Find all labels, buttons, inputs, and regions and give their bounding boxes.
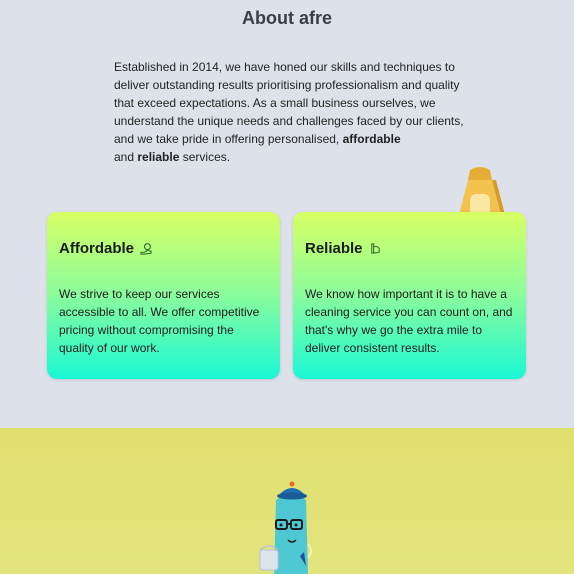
card-reliable: Reliable We know how important it is to …	[293, 212, 526, 379]
cleaner-mascot-icon	[259, 481, 312, 574]
card-title: Affordable	[59, 240, 153, 257]
about-keyword-reliable: reliable	[137, 150, 180, 164]
handshake-icon	[370, 243, 380, 254]
card-affordable: Affordable We strive to keep our service…	[47, 212, 280, 379]
about-paragraph-end: services.	[182, 150, 231, 164]
card-description: We know how important it is to have a cl…	[305, 287, 513, 355]
card-title: Reliable	[305, 240, 382, 257]
about-paragraph-main: Established in 2014, we have honed our s…	[114, 60, 464, 146]
about-keyword-affordable: affordable	[342, 132, 401, 146]
about-title: About afre	[242, 8, 332, 28]
about-paragraph: Established in 2014, we have honed our s…	[114, 58, 464, 166]
card-description: We strive to keep our services accessibl…	[59, 287, 260, 355]
about-paragraph-and: and	[114, 150, 135, 164]
card-title-text: Affordable	[59, 240, 134, 257]
card-title-text: Reliable	[305, 240, 363, 257]
money-hand-icon	[140, 243, 152, 255]
